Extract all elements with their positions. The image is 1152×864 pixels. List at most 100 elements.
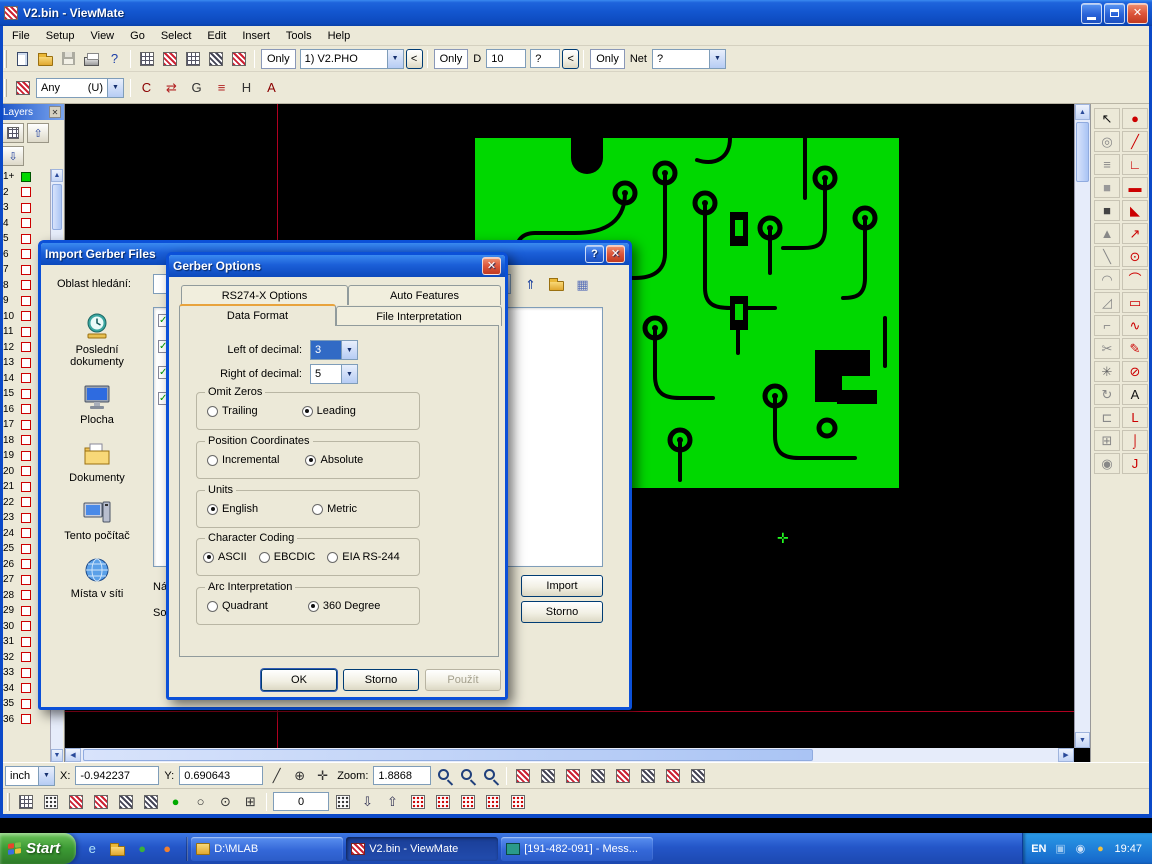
pads-table-icon[interactable] <box>661 765 684 787</box>
radio-metric[interactable]: Metric <box>312 503 357 515</box>
layer-row-2[interactable]: 2 <box>0 185 50 201</box>
scroll-down-icon[interactable]: ▼ <box>1075 732 1090 748</box>
dashed-rect-icon[interactable]: ▭ <box>1122 292 1148 313</box>
scroll-right-icon[interactable]: ▶ <box>1058 748 1074 762</box>
zoom-in-icon[interactable] <box>433 765 456 787</box>
context-help-icon[interactable]: ? <box>103 48 126 70</box>
scrollbar-thumb[interactable] <box>1076 122 1089 182</box>
zoom-value-field[interactable]: 1.8868 <box>373 766 431 785</box>
tools-table-icon[interactable] <box>586 765 609 787</box>
close-button[interactable]: ✕ <box>482 257 501 275</box>
canvas-hscrollbar[interactable]: ◀ ▶ <box>65 748 1074 762</box>
tool-table-icon[interactable] <box>181 48 204 70</box>
dark-table-icon-1[interactable] <box>114 791 137 813</box>
coarse-grid-icon[interactable] <box>39 791 62 813</box>
place-my-computer[interactable]: Tento počítač <box>49 497 145 542</box>
layer-combo[interactable]: 1) V2.PHO ▼ <box>300 49 404 69</box>
highlight-icon[interactable]: ◎ <box>1094 131 1120 152</box>
gerber-options-titlebar[interactable]: Gerber Options ✕ <box>169 255 505 277</box>
dropdown-arrow-icon[interactable]: ▼ <box>341 365 357 383</box>
arc-draw-icon[interactable]: ⌒ <box>1122 269 1148 290</box>
dot-matrix-icon[interactable] <box>331 791 354 813</box>
place-desktop[interactable]: Plocha <box>49 381 145 426</box>
aperture-table-icon[interactable] <box>158 48 181 70</box>
red-dot-table-icon-2[interactable] <box>431 791 454 813</box>
crosshair-icon[interactable]: ✛ <box>311 765 334 787</box>
slope-icon[interactable]: ╲ <box>1094 246 1120 267</box>
explorer-folder-icon[interactable] <box>107 838 127 860</box>
zoom-window-icon[interactable] <box>456 765 479 787</box>
selection-filter-combo[interactable]: Any (U) ▼ <box>36 78 124 98</box>
radio-incremental[interactable]: Incremental <box>207 454 279 466</box>
dcodes-table-icon[interactable] <box>536 765 559 787</box>
step-icon[interactable]: ⌐ <box>1094 315 1120 336</box>
red-dot-table-icon-4[interactable] <box>481 791 504 813</box>
radio-ascii[interactable]: ASCII <box>203 551 247 563</box>
radio-trailing[interactable]: Trailing <box>207 405 258 417</box>
scroll-left-icon[interactable]: ◀ <box>65 748 81 762</box>
counter-field[interactable]: 0 <box>273 792 329 811</box>
vector-arrow-icon[interactable]: ↗ <box>1122 223 1148 244</box>
x-coordinate-field[interactable]: -0.942237 <box>75 766 159 785</box>
film-table-icon[interactable] <box>204 48 227 70</box>
menu-go[interactable]: Go <box>122 28 153 44</box>
films-table-icon[interactable] <box>511 765 534 787</box>
left-of-decimal-combo[interactable]: 3 ▼ <box>310 340 358 360</box>
c-command-icon[interactable]: C <box>135 77 158 99</box>
menu-insert[interactable]: Insert <box>234 28 278 44</box>
pad-flash-icon[interactable]: ● <box>1122 108 1148 129</box>
scrollbar-thumb[interactable] <box>52 184 62 230</box>
arc-icon[interactable]: ◠ <box>1094 269 1120 290</box>
menu-setup[interactable]: Setup <box>38 28 83 44</box>
zoom-out-icon[interactable] <box>479 765 502 787</box>
scroll-up-icon[interactable]: ▲ <box>51 169 63 182</box>
prev-dcode-button[interactable]: < <box>562 49 579 69</box>
layer-table-button[interactable] <box>2 123 24 143</box>
filled-rect-icon[interactable]: ■ <box>1094 177 1120 198</box>
apply-button[interactable]: Použít <box>425 669 501 691</box>
circle-tool-icon[interactable]: ○ <box>189 791 212 813</box>
dcode-table-icon[interactable] <box>135 48 158 70</box>
save-icon[interactable] <box>57 48 80 70</box>
void-icon[interactable]: ⊘ <box>1122 361 1148 382</box>
tab-auto-features[interactable]: Auto Features <box>348 285 501 305</box>
origin-target-icon[interactable]: ⊕ <box>288 765 311 787</box>
layer-row-4[interactable]: 4 <box>0 216 50 232</box>
radio-quadrant[interactable]: Quadrant <box>207 600 268 612</box>
netlist-table-icon[interactable] <box>611 765 634 787</box>
y-coordinate-field[interactable]: 0.690643 <box>179 766 263 785</box>
only-net-toggle[interactable]: Only <box>590 49 625 69</box>
circle-center-icon[interactable]: ⊙ <box>1122 246 1148 267</box>
close-button[interactable]: ✕ <box>606 245 625 263</box>
help-button[interactable]: ? <box>585 245 604 263</box>
place-documents[interactable]: Dokumenty <box>49 439 145 484</box>
prev-layer-button[interactable]: < <box>406 49 423 69</box>
clock[interactable]: 19:47 <box>1114 843 1142 855</box>
new-folder-icon[interactable] <box>545 273 568 295</box>
view-menu-icon[interactable]: ▦ <box>571 273 594 295</box>
probe-circle-icon[interactable]: ⊙ <box>214 791 237 813</box>
cut-icon[interactable]: ✂ <box>1094 338 1120 359</box>
radio-ebcdic[interactable]: EBCDIC <box>259 551 316 563</box>
select-filter-icon[interactable] <box>11 77 34 99</box>
text-icon[interactable]: A <box>260 77 283 99</box>
swap-icon[interactable]: ⇄ <box>160 77 183 99</box>
red-table-icon-1[interactable] <box>64 791 87 813</box>
red-dot-table-icon-1[interactable] <box>406 791 429 813</box>
triangle-draw-icon[interactable]: ◣ <box>1122 200 1148 221</box>
volume-tray-icon[interactable]: ◉ <box>1072 841 1088 857</box>
cancel-button[interactable]: Storno <box>343 669 419 691</box>
net-combo[interactable]: ? ▼ <box>652 49 726 69</box>
g-command-icon[interactable]: G <box>185 77 208 99</box>
green-app-icon[interactable]: ● <box>132 838 152 860</box>
place-network[interactable]: Místa v síti <box>49 555 145 600</box>
rect-draw-icon[interactable]: ▬ <box>1122 177 1148 198</box>
dropdown-arrow-icon[interactable]: ▼ <box>107 79 123 97</box>
tab-rs274x-options[interactable]: RS274-X Options <box>181 285 348 305</box>
menu-select[interactable]: Select <box>153 28 200 44</box>
ok-button[interactable]: OK <box>261 669 337 691</box>
menu-edit[interactable]: Edit <box>199 28 234 44</box>
level-icon[interactable]: ⌡ <box>1122 430 1148 451</box>
close-button[interactable]: ✕ <box>1127 3 1148 24</box>
gear-icon[interactable]: ✳ <box>1094 361 1120 382</box>
